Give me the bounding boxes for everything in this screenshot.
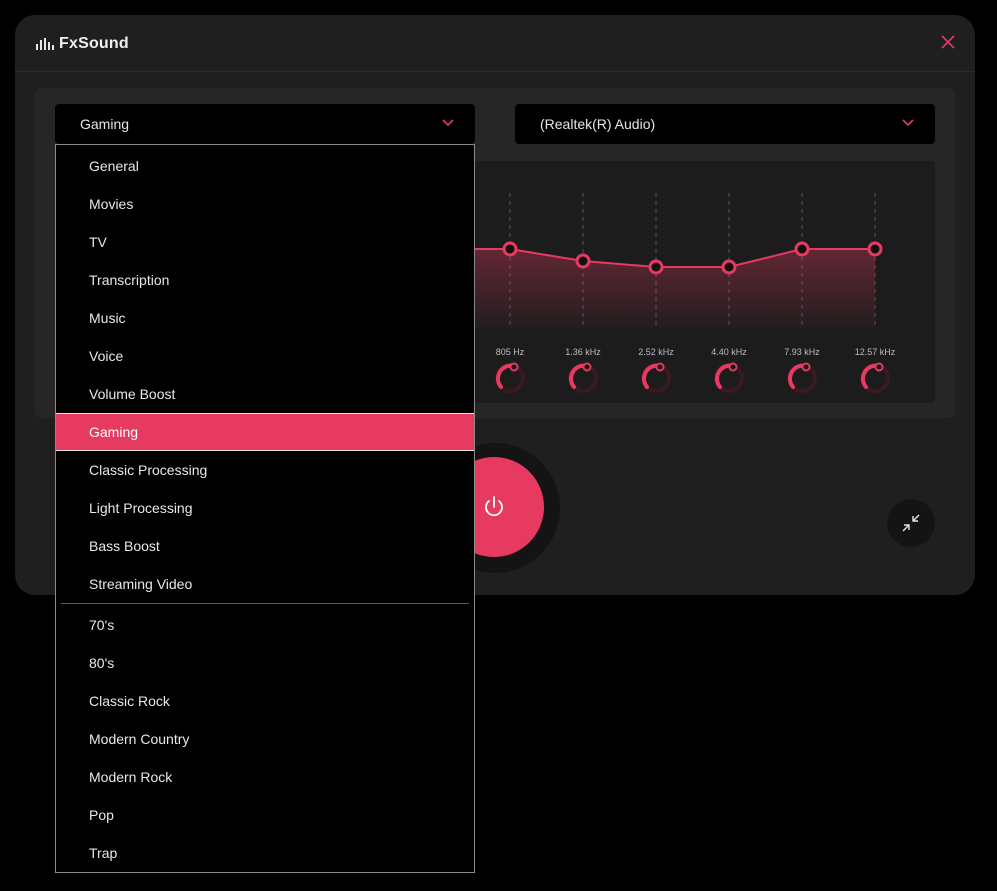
preset-select-value: Gaming — [80, 116, 130, 132]
preset-option[interactable]: 70's — [56, 606, 474, 644]
preset-select[interactable]: Gaming — [55, 104, 475, 144]
eq-band-handle[interactable] — [721, 259, 737, 275]
device-select[interactable]: (Realtek(R) Audio) — [515, 104, 935, 144]
preset-option[interactable]: Modern Rock — [56, 758, 474, 796]
eq-band-label: 4.40 kHz — [711, 347, 747, 357]
preset-option[interactable]: Pop — [56, 796, 474, 834]
preset-option[interactable]: Streaming Video — [56, 565, 474, 603]
eq-band-knob[interactable] — [860, 362, 890, 393]
eq-band-handle[interactable] — [502, 241, 518, 257]
preset-option[interactable]: Modern Country — [56, 720, 474, 758]
close-icon — [941, 35, 955, 49]
preset-option[interactable]: Volume Boost — [56, 375, 474, 413]
shrink-icon — [902, 514, 920, 532]
chevron-down-icon — [902, 119, 914, 127]
app-title: FxSound — [59, 35, 129, 52]
eq-band-knob[interactable] — [568, 362, 598, 393]
chevron-down-icon — [442, 119, 454, 127]
eq-band-handle[interactable] — [648, 259, 664, 275]
preset-option[interactable]: TV — [56, 223, 474, 261]
eq-band-label: 2.52 kHz — [638, 347, 674, 357]
preset-option[interactable]: Classic Rock — [56, 682, 474, 720]
logo-bars-icon — [36, 38, 54, 50]
preset-option[interactable]: General — [56, 147, 474, 185]
preset-option[interactable]: 80's — [56, 644, 474, 682]
eq-band-knob[interactable] — [787, 362, 817, 393]
preset-option[interactable]: Voice — [56, 337, 474, 375]
eq-band-knob[interactable] — [495, 362, 525, 393]
power-icon — [485, 496, 503, 517]
eq-band-label: 12.57 kHz — [855, 347, 896, 357]
menu-divider — [61, 603, 469, 604]
app-logo: FxSound — [36, 35, 129, 53]
preset-option[interactable]: Classic Processing — [56, 451, 474, 489]
device-select-value: (Realtek(R) Audio) — [540, 116, 656, 132]
eq-band-label: 1.36 kHz — [565, 347, 601, 357]
eq-band-knob[interactable] — [714, 362, 744, 393]
preset-option[interactable]: Movies — [56, 185, 474, 223]
eq-band-label: 805 Hz — [496, 347, 525, 357]
close-button[interactable] — [939, 33, 957, 51]
preset-option[interactable]: Music — [56, 299, 474, 337]
eq-band-knob[interactable] — [641, 362, 671, 393]
eq-band-handle[interactable] — [794, 241, 810, 257]
preset-option[interactable]: Gaming — [56, 413, 474, 451]
preset-option[interactable]: Transcription — [56, 261, 474, 299]
eq-band-handle[interactable] — [867, 241, 883, 257]
preset-dropdown-menu: General Movies TV Transcription Music Voice Vo… — [55, 144, 475, 873]
preset-option[interactable]: Trap — [56, 834, 474, 872]
shrink-button[interactable] — [887, 499, 935, 547]
eq-curve-fill — [450, 249, 875, 329]
preset-option[interactable]: Light Processing — [56, 489, 474, 527]
eq-band-label: 7.93 kHz — [784, 347, 820, 357]
title-bar: FxSound — [15, 15, 975, 72]
eq-band-handle[interactable] — [575, 253, 591, 269]
preset-option[interactable]: Bass Boost — [56, 527, 474, 565]
